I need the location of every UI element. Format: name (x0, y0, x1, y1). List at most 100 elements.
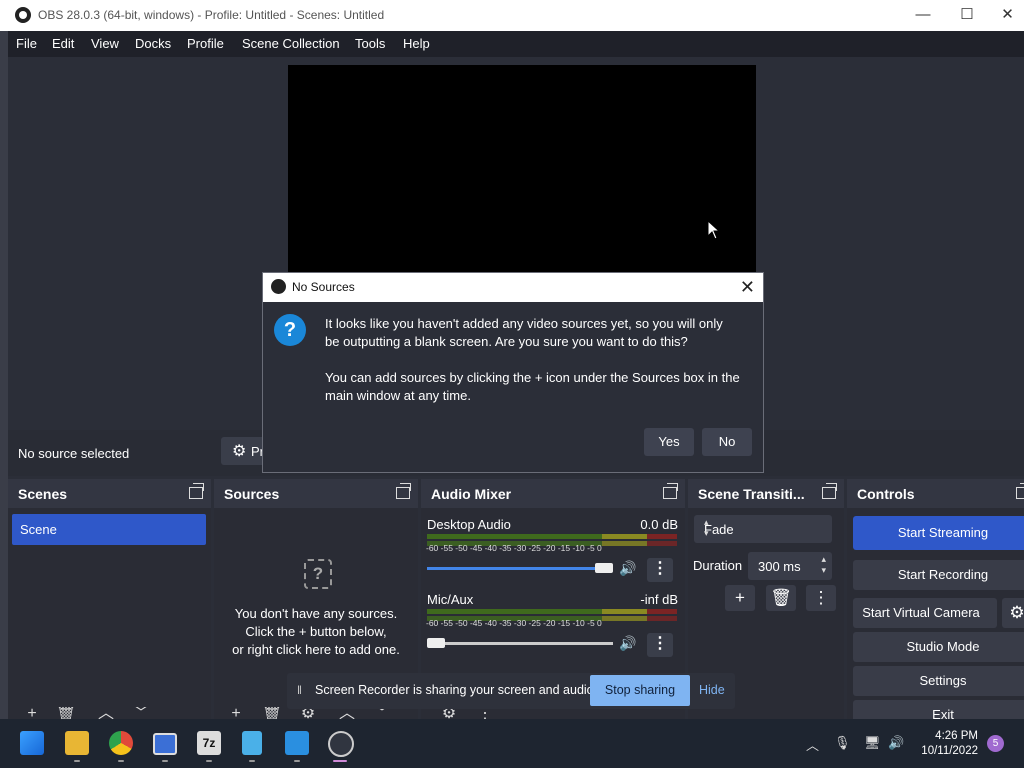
slider-thumb[interactable] (427, 638, 445, 648)
channel-level: 0.0 dB (640, 517, 678, 532)
menu-docks[interactable]: Docks (135, 36, 171, 51)
pause-icon: ‖ (297, 683, 302, 697)
dialog-title: No Sources (292, 280, 355, 294)
volume-slider[interactable] (427, 563, 613, 573)
undock-icon[interactable] (1016, 483, 1024, 499)
active-indicator (333, 760, 347, 762)
more-options-icon[interactable]: ⋮ (806, 585, 836, 611)
menu-scene-collection[interactable]: Scene Collection (242, 36, 340, 51)
menu-profile[interactable]: Profile (187, 36, 224, 51)
no-sources-dialog: No Sources ✕ ? It looks like you haven't… (262, 272, 764, 473)
obs-logo-icon (271, 279, 286, 294)
menu-tools[interactable]: Tools (355, 36, 385, 51)
controls-title: Controls (857, 486, 915, 502)
volume-meter (427, 534, 677, 539)
notification-badge[interactable]: 5 (987, 735, 1004, 752)
close-icon[interactable]: ✕ (740, 277, 755, 298)
menu-bar: File Edit View Docks Profile Scene Colle… (8, 31, 1024, 57)
close-button[interactable]: ✕ (991, 4, 1024, 26)
speaker-icon[interactable]: 🔊 (619, 560, 639, 578)
mixer-title: Audio Mixer (431, 486, 512, 502)
start-streaming-button[interactable]: Start Streaming (853, 516, 1024, 550)
add-icon[interactable]: + (725, 585, 755, 611)
studio-mode-button[interactable]: Studio Mode (853, 632, 1024, 662)
running-indicator (74, 760, 80, 762)
volume-fill (427, 567, 595, 570)
speaker-icon[interactable]: 🔊 (619, 635, 639, 653)
volume-meter (427, 609, 677, 614)
notepad-icon[interactable] (242, 731, 262, 755)
scene-list-item[interactable]: Scene (12, 514, 206, 545)
message-line: be outputting a blank screen. Are you su… (325, 334, 688, 349)
dialog-message-2: You can add sources by clicking the + ic… (325, 369, 755, 405)
file-explorer-icon[interactable] (65, 731, 89, 755)
no-sources-message[interactable]: You don't have any sources. Click the + … (214, 605, 418, 659)
meter-ticks: -60 -55 -50 -45 -40 -35 -30 -25 -20 -15 … (426, 543, 602, 553)
volume-slider[interactable] (427, 638, 613, 648)
clock[interactable]: 4:26 PM 10/11/2022 (918, 729, 978, 759)
gear-icon: ⚙ (232, 443, 247, 460)
chrome-icon[interactable] (109, 731, 133, 755)
slider-thumb[interactable] (595, 563, 613, 573)
duration-label: Duration (693, 558, 743, 573)
running-indicator (294, 760, 300, 762)
message-line: You can add sources by clicking the + ic… (325, 370, 740, 385)
source-status: No source selected (18, 446, 130, 461)
obs-logo-icon (15, 7, 31, 23)
running-indicator (162, 760, 168, 762)
more-options-icon[interactable]: ⋮ (647, 558, 673, 582)
yes-button[interactable]: Yes (644, 428, 694, 456)
stop-sharing-button[interactable]: Stop sharing (590, 675, 690, 706)
camera-app-icon[interactable] (153, 733, 177, 755)
exit-button[interactable]: Exit (853, 700, 1024, 719)
title-bar: OBS 28.0.3 (64-bit, windows) - Profile: … (0, 0, 1024, 31)
no-sources-line: Click the + button below, (245, 624, 387, 639)
more-options-icon[interactable]: ⋮ (647, 633, 673, 657)
question-icon: ? (304, 559, 332, 589)
settings-button[interactable]: Settings (853, 666, 1024, 696)
obs-icon[interactable] (328, 731, 354, 757)
running-indicator (249, 760, 255, 762)
sources-dock-header: Sources (214, 479, 418, 508)
7zip-icon[interactable]: 7z (197, 731, 221, 755)
transitions-dock-header: Scene Transiti... (688, 479, 844, 508)
mouse-cursor-icon (707, 220, 721, 240)
maximize-button[interactable]: ☐ (947, 4, 987, 26)
menu-edit[interactable]: Edit (52, 36, 74, 51)
menu-view[interactable]: View (91, 36, 119, 51)
volume-icon[interactable]: 🔊 (888, 735, 904, 751)
menu-help[interactable]: Help (403, 36, 430, 51)
question-icon: ? (274, 314, 306, 346)
hide-button[interactable]: Hide (699, 683, 725, 697)
duration-spinbox[interactable]: 300 ms ▴ ▾ (748, 552, 832, 580)
trash-icon[interactable]: 🗑 (766, 585, 796, 611)
network-icon[interactable]: 🖥 (864, 735, 881, 751)
transition-select[interactable]: Fade ▴ ▾ (694, 515, 832, 543)
running-indicator (118, 760, 124, 762)
minimize-button[interactable]: — (903, 4, 943, 26)
start-icon[interactable] (20, 731, 44, 755)
microphone-icon[interactable]: 🎙 (834, 735, 851, 751)
running-indicator (206, 760, 212, 762)
controls-dock-header: Controls (847, 479, 1024, 508)
vscode-icon[interactable] (285, 731, 309, 755)
taskbar: 7z ︿ 🎙 🖥 🔊 4:26 PM 10/11/2022 5 (0, 719, 1024, 768)
dialog-message-1: It looks like you haven't added any vide… (325, 315, 755, 351)
start-virtual-camera-button[interactable]: Start Virtual Camera (853, 598, 997, 628)
undock-icon[interactable] (396, 483, 411, 499)
spin-arrows-icon[interactable]: ▴ ▾ (821, 554, 826, 576)
sources-title: Sources (224, 486, 280, 502)
start-recording-button[interactable]: Start Recording (853, 560, 1024, 590)
undock-icon[interactable] (189, 483, 204, 499)
window-title: OBS 28.0.3 (64-bit, windows) - Profile: … (38, 8, 385, 22)
message-line: It looks like you haven't added any vide… (325, 316, 723, 331)
scenes-dock-header: Scenes (8, 479, 211, 508)
chevron-up-icon[interactable]: ︿ (806, 735, 819, 754)
no-button[interactable]: No (702, 428, 752, 456)
undock-icon[interactable] (822, 483, 837, 499)
gear-icon[interactable]: ⚙ (1002, 598, 1024, 628)
undock-icon[interactable] (663, 483, 678, 499)
menu-file[interactable]: File (16, 36, 37, 51)
message-line: main window at any time. (325, 388, 471, 403)
scenes-dock: Scenes Scene + 🗑 ︿ ﹀ (8, 479, 211, 721)
